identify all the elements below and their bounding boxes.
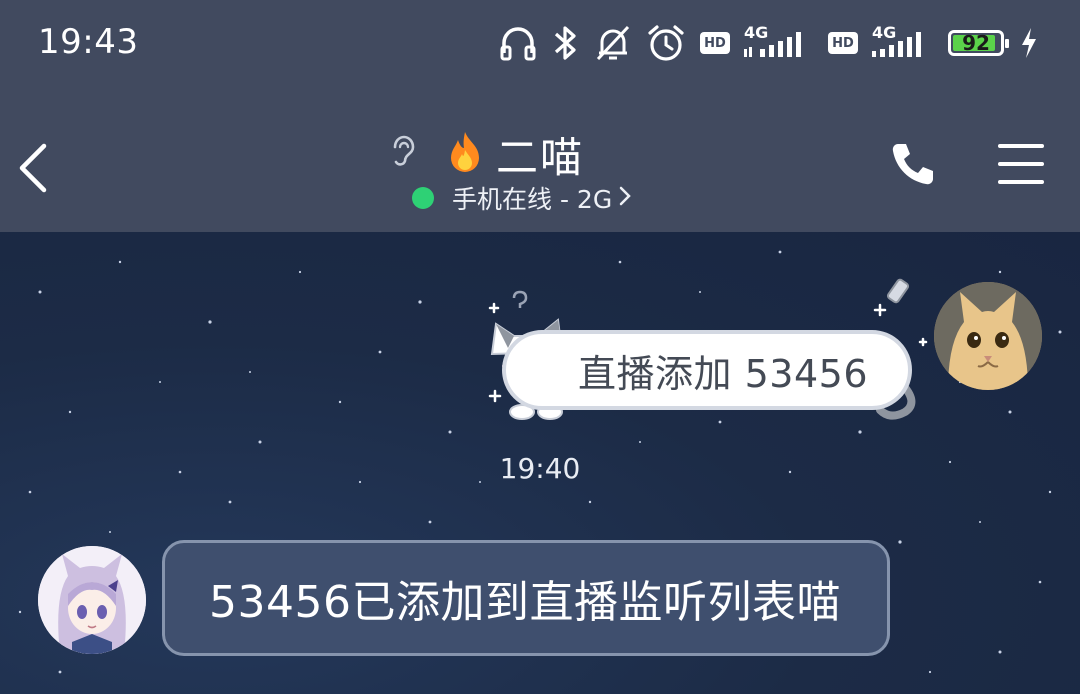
battery-icon: 92 (948, 30, 1009, 56)
phone-icon (892, 144, 933, 185)
presence-text: 手机在线 - 2G (452, 185, 613, 214)
headphones-icon (498, 23, 538, 63)
signal-icon: 4G (744, 23, 814, 59)
alarm-icon (646, 23, 686, 63)
incoming-message[interactable]: 53456已添加到直播监听列表喵 (162, 540, 890, 656)
chevron-right-icon (618, 184, 632, 213)
status-time: 19:43 (38, 22, 139, 62)
contact-name[interactable]: 二喵 (496, 124, 584, 185)
outgoing-message[interactable]: 直播添加 53456 (480, 262, 930, 422)
anime-avatar-image (38, 546, 146, 654)
chat-area[interactable]: 直播添加 53456 19:40 53456已添加到直播监听列表喵 (0, 232, 1080, 694)
menu-button[interactable] (996, 142, 1046, 190)
presence-status[interactable]: 手机在线 - 2G (412, 180, 632, 216)
status-bar: 19:43 HD 4G HD 4G 92 (0, 0, 1080, 90)
cat-avatar-image (934, 282, 1042, 390)
outgoing-message-text: 直播添加 53456 (502, 330, 912, 410)
menu-icon (998, 144, 1044, 184)
message-timestamp: 19:40 (499, 452, 581, 485)
chat-header: 二喵 手机在线 - 2G (0, 90, 1080, 232)
bluetooth-icon (552, 23, 580, 63)
status-icons: HD 4G HD 4G 92 (498, 20, 1040, 66)
avatar-peer[interactable] (38, 546, 146, 654)
avatar-self[interactable] (934, 282, 1042, 390)
signal-icon: 4G (872, 23, 934, 59)
back-icon (19, 143, 47, 193)
battery-percent: 92 (962, 31, 990, 55)
charging-icon (1018, 26, 1040, 60)
network-type-label: 4G (744, 23, 769, 42)
fire-icon (447, 130, 483, 178)
call-button[interactable] (888, 140, 936, 192)
bell-muted-icon (594, 23, 632, 63)
hd-icon: HD (700, 32, 730, 54)
ear-icon[interactable] (388, 134, 418, 172)
online-indicator (412, 187, 434, 209)
hd-icon: HD (828, 32, 858, 54)
back-button[interactable] (14, 140, 54, 196)
network-type-label: 4G (872, 23, 897, 42)
